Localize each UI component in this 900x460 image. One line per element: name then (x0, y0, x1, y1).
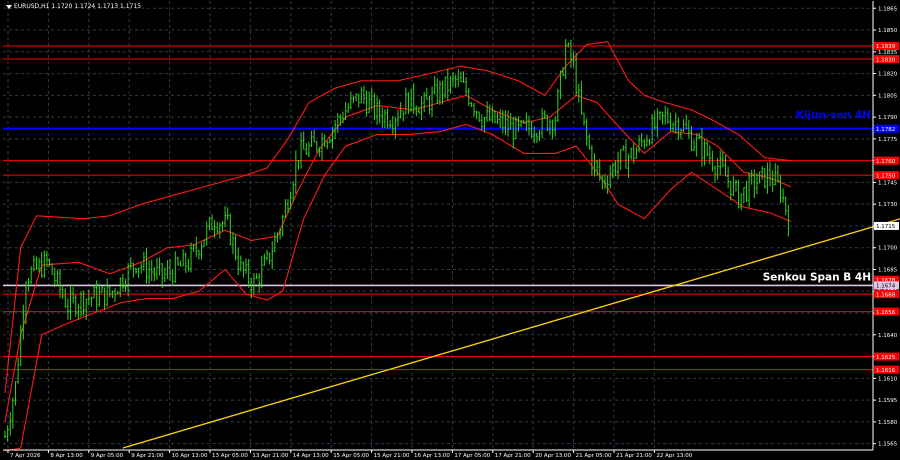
x-tick-label: 20 Apr 13:00 (535, 453, 571, 459)
y-tick-label: 1.1730 (878, 202, 898, 208)
level-price-label: 1.1750 (876, 173, 896, 179)
x-tick-label: 9 Apr 21:00 (131, 453, 164, 459)
y-tick-label: 1.1775 (878, 137, 898, 143)
x-tick-label: 10 Apr 13:00 (172, 453, 208, 459)
level-price-label: 1.1839 (876, 44, 896, 50)
y-tick-label: 1.1865 (878, 6, 898, 12)
y-tick-label: 1.1610 (878, 376, 898, 382)
y-tick-label: 1.1580 (878, 420, 898, 426)
x-tick-label: 14 Apr 13:00 (293, 453, 329, 459)
x-tick-label: 15 Apr 21:00 (374, 453, 410, 459)
y-tick-label: 1.1745 (878, 180, 898, 186)
x-tick-label: 7 Apr 2026 (10, 453, 41, 459)
x-tick-label: 17 Apr 05:00 (454, 453, 490, 459)
y-tick-label: 1.1790 (878, 115, 898, 121)
x-tick-label: 8 Apr 13:00 (50, 453, 83, 459)
senkou-price-label: 1.1674 (876, 284, 896, 290)
x-tick-label: 21 Apr 05:00 (576, 453, 612, 459)
price-chart[interactable]: 1.1865 1.1850 1.1835 1.1820 1.1805 1.1790 1.17… (0, 0, 900, 460)
x-tick-label: 22 Apr 13:00 (656, 453, 692, 459)
x-tick-label: 13 Apr 05:00 (212, 453, 248, 459)
senkou-span-b-label: Senkou Span B 4H (763, 271, 871, 283)
collapse-triangle-icon[interactable] (6, 4, 12, 9)
level-price-label: 1.1830 (876, 57, 896, 63)
y-tick-label: 1.1835 (878, 50, 898, 56)
x-tick-label: 17 Apr 21:00 (495, 453, 531, 459)
symbol-info: EURUSD,H1 1.1720 1.1724 1.1713 1.1715 (14, 3, 142, 10)
y-tick-label: 1.1685 (878, 267, 898, 273)
y-tick-label: 1.1850 (878, 28, 898, 34)
y-tick-label: 1.1805 (878, 93, 898, 99)
y-tick-label: 1.1565 (878, 442, 898, 448)
x-tick-label: 9 Apr 05:00 (91, 453, 124, 459)
level-price-label: 1.1668 (876, 292, 896, 298)
x-tick-label: 21 Apr 21:00 (616, 453, 652, 459)
x-tick-label: 15 Apr 05:00 (333, 453, 369, 459)
level-price-label: 1.1656 (876, 310, 896, 316)
level-price-label: 1.1616 (876, 368, 896, 374)
y-tick-label: 1.1700 (878, 246, 898, 252)
y-tick-label: 1.1820 (878, 72, 898, 78)
kijun-price-label: 1.1782 (876, 127, 895, 133)
y-tick-label: 1.1595 (878, 398, 898, 404)
x-tick-label: 16 Apr 13:00 (414, 453, 450, 459)
level-price-label: 1.1625 (876, 355, 896, 361)
level-price-label: 1.1760 (876, 159, 896, 165)
kijun-sen-label: Kijun-sen 4H (796, 110, 871, 122)
y-tick-label: 1.1640 (878, 333, 898, 339)
chart-title: EURUSD,H1 1.1720 1.1724 1.1713 1.1715 (6, 3, 141, 10)
x-tick-label: 13 Apr 21:00 (252, 453, 288, 459)
extra-price-label: 1.1715 (876, 224, 896, 230)
